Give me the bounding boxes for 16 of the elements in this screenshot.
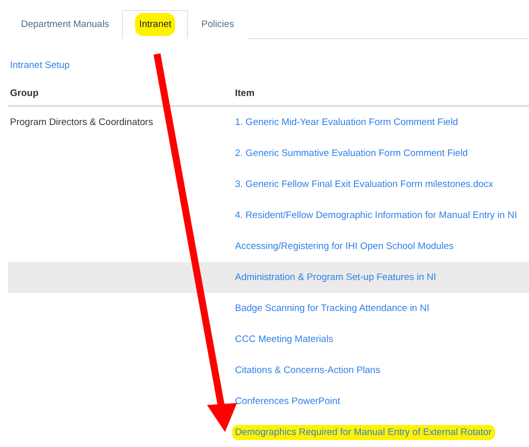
group-cell-text: Program Directors & Coordinators — [10, 117, 154, 128]
item-link[interactable]: Administration & Program Set-up Features in NI — [235, 272, 436, 283]
item-link[interactable]: Badge Scanning for Tracking Attendance in NI — [235, 303, 430, 314]
item-link[interactable]: Accessing/Registering for IHI Open School Modules — [235, 241, 454, 252]
column-header: Group — [10, 88, 40, 99]
item-link[interactable]: Demographics Required for Manual Entry of External Rotator — [232, 425, 495, 440]
column-header: Item — [235, 88, 256, 99]
item-link[interactable]: 2. Generic Summative Evaluation Form Comment Field — [235, 148, 468, 159]
item-link[interactable]: 3. Generic Fellow Final Exit Evaluation Form milestones.docx — [235, 179, 494, 190]
intranet-setup-link[interactable]: Intranet Setup — [10, 60, 70, 71]
tab[interactable]: Intranet — [122, 10, 188, 39]
item-link[interactable]: 4. Resident/Fellow Demographic Information for Manual Entry in NI — [235, 210, 517, 221]
item-link[interactable]: Conferences PowerPoint — [235, 396, 340, 407]
item-link[interactable]: Citations & Concerns-Action Plans — [235, 365, 380, 376]
item-link[interactable]: CCC Meeting Materials — [235, 334, 334, 345]
item-link[interactable]: 1. Generic Mid-Year Evaluation Form Comment Field — [235, 117, 458, 128]
